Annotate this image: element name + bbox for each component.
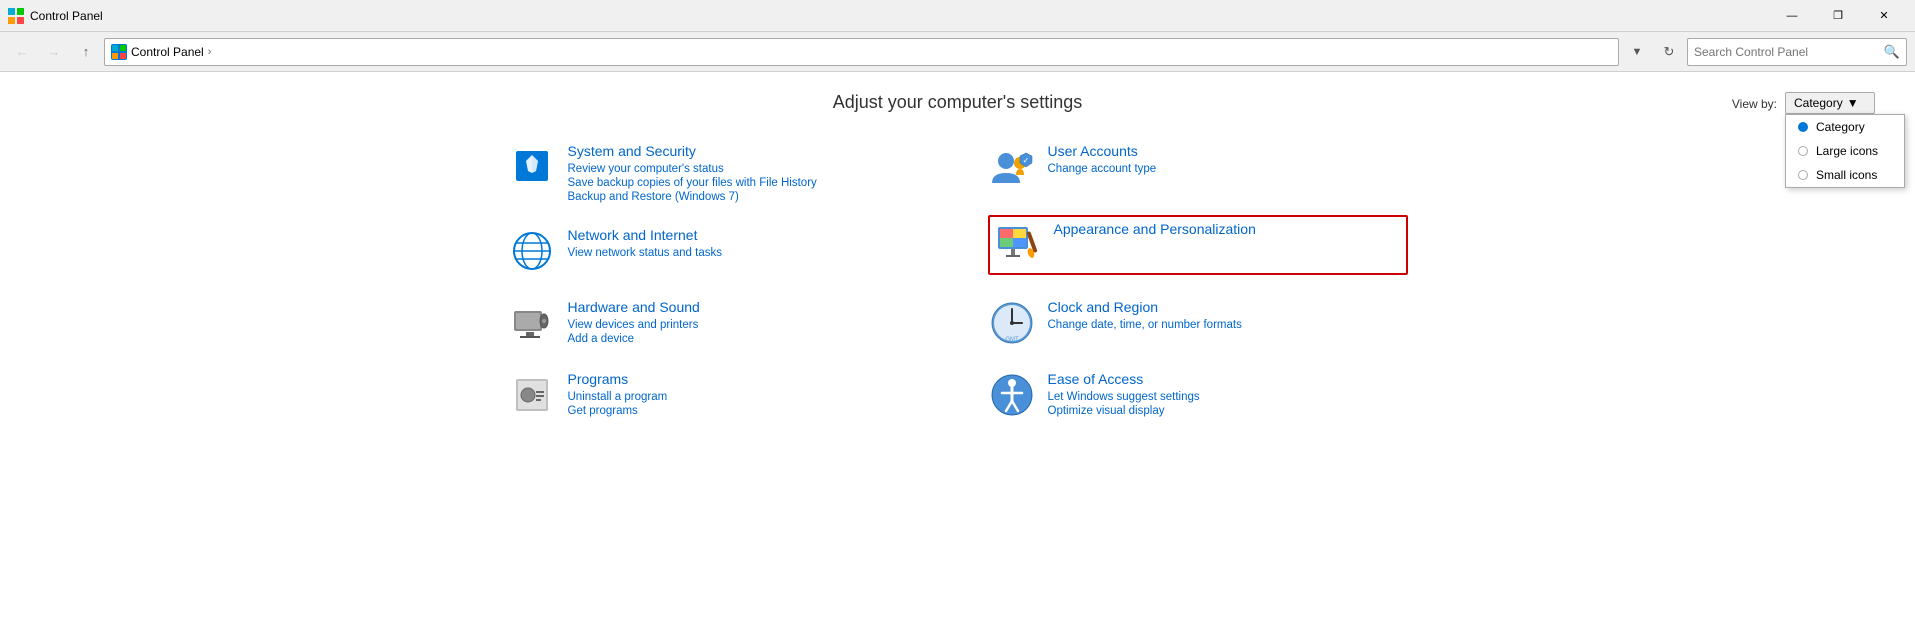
clock-region-icon: GMT xyxy=(988,299,1036,347)
category-programs: Programs Uninstall a program Get program… xyxy=(508,371,928,419)
programs-sublinks: Uninstall a program Get programs xyxy=(568,391,668,417)
svg-text:GMT: GMT xyxy=(1005,337,1019,343)
network-internet-icon xyxy=(508,227,556,275)
category-user-accounts: ✓ User Accounts Change account type xyxy=(988,143,1408,191)
left-column: System and Security Review your computer… xyxy=(508,143,928,419)
hardware-sound-title[interactable]: Hardware and Sound xyxy=(568,299,700,315)
sub-link-network-status[interactable]: View network status and tasks xyxy=(568,247,722,259)
view-by-dropdown-menu: Category Large icons Small icons xyxy=(1785,114,1905,188)
minimize-button[interactable]: — xyxy=(1769,0,1815,32)
user-accounts-text: User Accounts Change account type xyxy=(1048,143,1157,175)
view-by-container: View by: Category ▼ Category Large icons… xyxy=(1732,92,1875,116)
up-button[interactable]: ↑ xyxy=(72,38,100,66)
category-ease-access: Ease of Access Let Windows suggest setti… xyxy=(988,371,1408,419)
address-separator: › xyxy=(208,46,212,58)
radio-category xyxy=(1798,122,1808,132)
nav-bar: ← → ↑ Control Panel › ▼ ↻ 🔍 xyxy=(0,32,1915,72)
clock-region-text: Clock and Region Change date, time, or n… xyxy=(1048,299,1242,331)
sub-link-review-status[interactable]: Review your computer's status xyxy=(568,163,817,175)
dropdown-item-large-icons[interactable]: Large icons xyxy=(1786,139,1904,163)
main-content: Adjust your computer's settings View by:… xyxy=(0,72,1915,618)
category-system-security: System and Security Review your computer… xyxy=(508,143,928,203)
dropdown-label-category: Category xyxy=(1816,120,1865,134)
forward-button[interactable]: → xyxy=(40,38,68,66)
system-security-icon xyxy=(508,143,556,191)
appearance-personalization-text: Appearance and Personalization xyxy=(1054,221,1256,241)
user-accounts-icon: ✓ xyxy=(988,143,1036,191)
network-internet-text: Network and Internet View network status… xyxy=(568,227,722,259)
dropdown-item-small-icons[interactable]: Small icons xyxy=(1786,163,1904,187)
radio-small-icons xyxy=(1798,170,1808,180)
programs-icon xyxy=(508,371,556,419)
hardware-sound-sublinks: View devices and printers Add a device xyxy=(568,319,700,345)
dropdown-item-category[interactable]: Category xyxy=(1786,115,1904,139)
sub-link-windows-suggest[interactable]: Let Windows suggest settings xyxy=(1048,391,1200,403)
address-bar: Control Panel › xyxy=(104,38,1619,66)
search-bar[interactable]: 🔍 xyxy=(1687,38,1907,66)
network-internet-title[interactable]: Network and Internet xyxy=(568,227,722,243)
svg-text:✓: ✓ xyxy=(1022,156,1029,165)
hardware-sound-text: Hardware and Sound View devices and prin… xyxy=(568,299,700,345)
sub-link-uninstall[interactable]: Uninstall a program xyxy=(568,391,668,403)
category-hardware-sound: Hardware and Sound View devices and prin… xyxy=(508,299,928,347)
network-internet-sublinks: View network status and tasks xyxy=(568,247,722,259)
category-clock-region: GMT Clock and Region Change date, time, … xyxy=(988,299,1408,347)
address-dropdown-button[interactable]: ▼ xyxy=(1623,38,1651,66)
view-by-selected: Category xyxy=(1794,96,1843,110)
ease-access-sublinks: Let Windows suggest settings Optimize vi… xyxy=(1048,391,1200,417)
maximize-button[interactable]: ❐ xyxy=(1815,0,1861,32)
clock-region-sublinks: Change date, time, or number formats xyxy=(1048,319,1242,331)
refresh-button[interactable]: ↻ xyxy=(1655,38,1683,66)
title-bar-left: Control Panel xyxy=(8,8,103,24)
address-path: Control Panel xyxy=(131,45,204,59)
user-accounts-sublinks: Change account type xyxy=(1048,163,1157,175)
ease-access-icon xyxy=(988,371,1036,419)
view-by-dropdown-wrapper: Category ▼ Category Large icons Small ic… xyxy=(1785,92,1875,114)
programs-title[interactable]: Programs xyxy=(568,371,668,387)
sub-link-optimize-display[interactable]: Optimize visual display xyxy=(1048,405,1200,417)
hardware-sound-icon xyxy=(508,299,556,347)
app-icon xyxy=(8,8,24,24)
sub-link-date-time[interactable]: Change date, time, or number formats xyxy=(1048,319,1242,331)
right-column: ✓ User Accounts Change account type xyxy=(988,143,1408,419)
title-bar-controls: — ❐ ✕ xyxy=(1769,0,1907,32)
page-title: Adjust your computer's settings xyxy=(20,92,1895,113)
window-title: Control Panel xyxy=(30,9,103,23)
system-security-text: System and Security Review your computer… xyxy=(568,143,817,203)
radio-large-icons xyxy=(1798,146,1808,156)
search-input[interactable] xyxy=(1694,45,1880,59)
user-accounts-title[interactable]: User Accounts xyxy=(1048,143,1157,159)
back-button[interactable]: ← xyxy=(8,38,36,66)
sub-link-change-account[interactable]: Change account type xyxy=(1048,163,1157,175)
close-button[interactable]: ✕ xyxy=(1861,0,1907,32)
sub-link-get-programs[interactable]: Get programs xyxy=(568,405,668,417)
dropdown-label-small-icons: Small icons xyxy=(1816,168,1877,182)
category-appearance-personalization: Appearance and Personalization xyxy=(988,215,1408,275)
search-icon: 🔍 xyxy=(1884,44,1900,60)
dropdown-label-large-icons: Large icons xyxy=(1816,144,1878,158)
title-bar: Control Panel — ❐ ✕ xyxy=(0,0,1915,32)
clock-region-title[interactable]: Clock and Region xyxy=(1048,299,1242,315)
appearance-personalization-title[interactable]: Appearance and Personalization xyxy=(1054,221,1256,237)
cp-small-icon xyxy=(112,45,126,59)
sub-link-add-device[interactable]: Add a device xyxy=(568,333,700,345)
sub-link-backup-restore[interactable]: Backup and Restore (Windows 7) xyxy=(568,191,817,203)
view-by-button[interactable]: Category ▼ xyxy=(1785,92,1875,114)
appearance-personalization-icon xyxy=(994,221,1042,269)
system-security-sublinks: Review your computer's status Save backu… xyxy=(568,163,817,203)
categories-container: System and Security Review your computer… xyxy=(508,143,1408,419)
sub-link-backup-file-history[interactable]: Save backup copies of your files with Fi… xyxy=(568,177,817,189)
ease-access-title[interactable]: Ease of Access xyxy=(1048,371,1200,387)
system-security-title[interactable]: System and Security xyxy=(568,143,817,159)
category-network-internet: Network and Internet View network status… xyxy=(508,227,928,275)
view-by-label: View by: xyxy=(1732,92,1777,116)
address-bar-icon xyxy=(111,44,127,60)
ease-access-text: Ease of Access Let Windows suggest setti… xyxy=(1048,371,1200,417)
sub-link-devices-printers[interactable]: View devices and printers xyxy=(568,319,700,331)
programs-text: Programs Uninstall a program Get program… xyxy=(568,371,668,417)
chevron-down-icon: ▼ xyxy=(1847,96,1859,110)
